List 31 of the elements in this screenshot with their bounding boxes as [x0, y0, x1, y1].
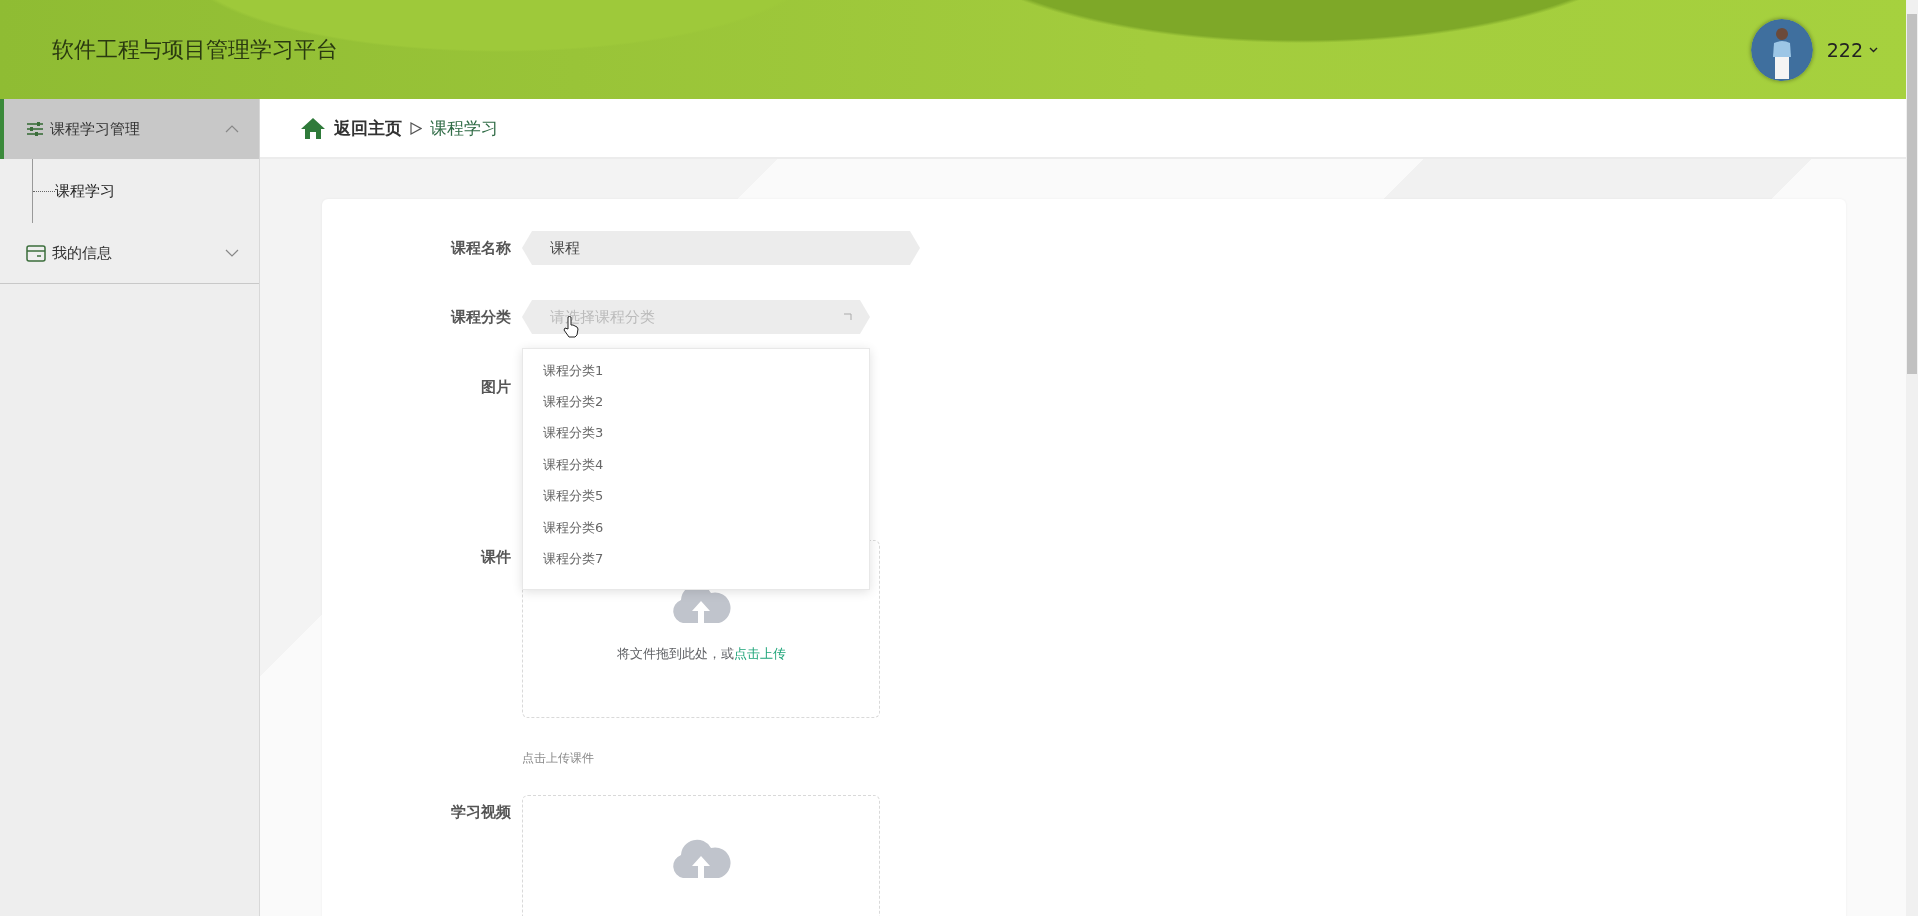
- menu-item[interactable]: 课程学习管理: [0, 99, 259, 159]
- menu-label: 课程学习管理: [50, 119, 141, 139]
- dropdown-option[interactable]: 课程分类5: [523, 480, 869, 512]
- field-label: 学习视频: [450, 802, 511, 823]
- chevron-icon[interactable]: [1869, 46, 1878, 53]
- scrollbar-thumb[interactable]: [1907, 14, 1917, 374]
- field-label: 课件: [479, 547, 511, 568]
- text-field[interactable]: 课程: [522, 231, 920, 265]
- menu-item[interactable]: 我的信息: [0, 223, 259, 283]
- dropdown-option[interactable]: 课程分类3: [523, 417, 869, 450]
- dropdown-option[interactable]: 课程分类1: [523, 355, 869, 387]
- field-label: 课程分类: [449, 307, 511, 328]
- upload-tip: 点击上传课件: [522, 750, 595, 767]
- field-label: 课程名称: [449, 238, 511, 259]
- user-name[interactable]: 222: [1826, 38, 1863, 61]
- home-link[interactable]: 返回主页: [334, 116, 402, 140]
- user-avatar[interactable]: [1750, 18, 1813, 81]
- card-icon: [26, 244, 46, 262]
- dropdown-option[interactable]: 课程分类7: [523, 543, 869, 575]
- breadcrumb-separator-icon: [410, 121, 422, 135]
- field-label: 图片: [480, 377, 511, 398]
- dropdown-option[interactable]: 课程分类2: [523, 386, 869, 418]
- submenu-item[interactable]: 课程学习: [55, 181, 115, 201]
- menu-label: 我的信息: [52, 243, 113, 263]
- home-icon[interactable]: [300, 116, 326, 140]
- sliders-icon: [26, 121, 44, 137]
- upload-hint: 将文件拖到此处，或点击上传: [616, 645, 786, 663]
- breadcrumb-current: 课程学习: [430, 116, 498, 140]
- upload-link[interactable]: 点击上传: [733, 646, 786, 661]
- app-title: 软件工程与项目管理学习平台: [52, 35, 339, 64]
- dropdown-option[interactable]: 课程分类4: [523, 449, 869, 481]
